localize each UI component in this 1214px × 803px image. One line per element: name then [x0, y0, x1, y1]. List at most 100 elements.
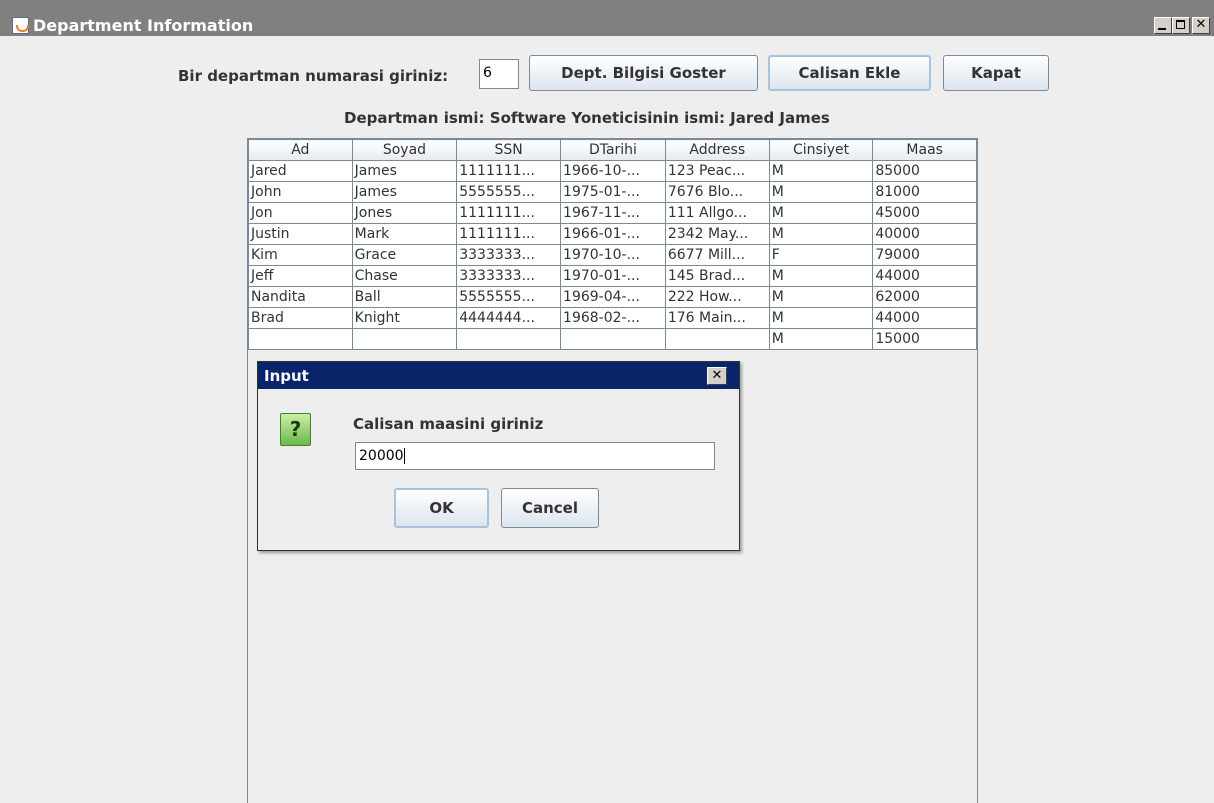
cell-dtarihi[interactable]: 1969-04-...: [560, 286, 666, 308]
cell-soyad[interactable]: Knight: [351, 307, 458, 329]
cell-cinsiyet[interactable]: F: [768, 244, 874, 266]
employee-table[interactable]: Ad Soyad SSN DTarihi Address Cinsiyet Ma…: [248, 139, 977, 350]
cell-ssn[interactable]: 4444444...: [456, 307, 562, 329]
cell-address[interactable]: 145 Brad...: [664, 265, 770, 287]
cell-soyad[interactable]: Jones: [351, 202, 458, 224]
dialog-close-button[interactable]: ✕: [707, 367, 727, 385]
ok-button[interactable]: OK: [394, 488, 489, 528]
cell-ad[interactable]: [248, 328, 353, 350]
cell-dtarihi[interactable]: 1966-10-...: [560, 160, 666, 182]
cell-ad[interactable]: Jared: [248, 160, 353, 182]
cell-soyad[interactable]: Chase: [351, 265, 458, 287]
cell-dtarihi[interactable]: 1967-11-...: [560, 202, 666, 224]
column-header-ad[interactable]: Ad: [248, 139, 353, 161]
column-header-soyad[interactable]: Soyad: [351, 139, 458, 161]
cell-ssn[interactable]: 1111111...: [456, 223, 562, 245]
cell-address[interactable]: 111 Allgo...: [664, 202, 770, 224]
cell-cinsiyet[interactable]: M: [768, 286, 874, 308]
cell-address[interactable]: 222 How...: [664, 286, 770, 308]
cell-ssn[interactable]: 5555555...: [456, 286, 562, 308]
cell-dtarihi[interactable]: 1966-01-...: [560, 223, 666, 245]
cell-maas[interactable]: 44000: [872, 307, 977, 329]
cell-cinsiyet[interactable]: M: [768, 265, 874, 287]
maximize-button[interactable]: [1172, 17, 1190, 34]
cell-soyad[interactable]: James: [351, 181, 458, 203]
window-title: Department Information: [33, 16, 254, 35]
minimize-button[interactable]: [1154, 17, 1172, 34]
column-header-cinsiyet[interactable]: Cinsiyet: [768, 139, 874, 161]
cell-address[interactable]: 2342 May...: [664, 223, 770, 245]
title-bar[interactable]: Department Information ✕: [0, 0, 1214, 36]
cell-maas[interactable]: 45000: [872, 202, 977, 224]
cell-soyad[interactable]: [351, 328, 458, 350]
cell-ssn[interactable]: 3333333...: [456, 265, 562, 287]
cell-address[interactable]: [664, 328, 770, 350]
cell-address[interactable]: 6677 Mill...: [664, 244, 770, 266]
cell-ad[interactable]: Brad: [248, 307, 353, 329]
cell-dtarihi[interactable]: 1970-01-...: [560, 265, 666, 287]
table-row[interactable]: Nandita Ball 5555555... 1969-04-... 222 How.…: [248, 286, 977, 308]
dept-number-label: Bir departman numarasi giriniz:: [178, 67, 449, 85]
cell-ssn[interactable]: [456, 328, 562, 350]
cell-maas[interactable]: 79000: [872, 244, 977, 266]
cell-cinsiyet[interactable]: M: [768, 307, 874, 329]
close-window-button[interactable]: ✕: [1192, 17, 1210, 34]
cell-dtarihi[interactable]: [560, 328, 666, 350]
salary-input[interactable]: 20000: [355, 442, 715, 470]
cell-soyad[interactable]: James: [351, 160, 458, 182]
table-row[interactable]: Justin Mark 1111111... 1966-01-... 2342 May.…: [248, 223, 977, 245]
cell-cinsiyet[interactable]: M: [768, 160, 874, 182]
cell-cinsiyet[interactable]: M: [768, 181, 874, 203]
cell-ssn[interactable]: 3333333...: [456, 244, 562, 266]
table-row[interactable]: M 15000: [248, 328, 977, 350]
table-row[interactable]: Jeff Chase 3333333... 1970-01-... 145 Brad..…: [248, 265, 977, 287]
column-header-dtarihi[interactable]: DTarihi: [560, 139, 666, 161]
input-dialog[interactable]: Input ✕ ? Calisan maasini giriniz 20000 …: [257, 361, 740, 551]
cell-cinsiyet[interactable]: M: [768, 202, 874, 224]
cell-ssn[interactable]: 1111111...: [456, 160, 562, 182]
table-row[interactable]: Brad Knight 4444444... 1968-02-... 176 Main.…: [248, 307, 977, 329]
cell-soyad[interactable]: Ball: [351, 286, 458, 308]
cell-ssn[interactable]: 1111111...: [456, 202, 562, 224]
cell-soyad[interactable]: Grace: [351, 244, 458, 266]
cell-address[interactable]: 123 Peac...: [664, 160, 770, 182]
cell-maas[interactable]: 81000: [872, 181, 977, 203]
add-employee-button[interactable]: Calisan Ekle: [768, 55, 931, 91]
column-header-address[interactable]: Address: [664, 139, 770, 161]
cell-ssn[interactable]: 5555555...: [456, 181, 562, 203]
cell-ad[interactable]: Kim: [248, 244, 353, 266]
cell-ad[interactable]: Nandita: [248, 286, 353, 308]
cell-maas[interactable]: 62000: [872, 286, 977, 308]
dept-info-label: Departman ismi: Software Yoneticisinin i…: [344, 109, 830, 127]
cell-cinsiyet[interactable]: M: [768, 328, 874, 350]
cell-maas[interactable]: 15000: [872, 328, 977, 350]
cell-maas[interactable]: 44000: [872, 265, 977, 287]
cell-soyad[interactable]: Mark: [351, 223, 458, 245]
cell-dtarihi[interactable]: 1968-02-...: [560, 307, 666, 329]
dept-number-input[interactable]: 6: [479, 59, 519, 89]
table-row[interactable]: Jon Jones 1111111... 1967-11-... 111 Allgo..…: [248, 202, 977, 224]
cell-dtarihi[interactable]: 1975-01-...: [560, 181, 666, 203]
cell-maas[interactable]: 40000: [872, 223, 977, 245]
close-button[interactable]: Kapat: [943, 55, 1049, 91]
cell-ad[interactable]: Justin: [248, 223, 353, 245]
column-header-maas[interactable]: Maas: [872, 139, 977, 161]
dialog-message: Calisan maasini giriniz: [353, 415, 544, 433]
table-row[interactable]: John James 5555555... 1975-01-... 7676 Blo..…: [248, 181, 977, 203]
cell-address[interactable]: 7676 Blo...: [664, 181, 770, 203]
column-header-ssn[interactable]: SSN: [456, 139, 562, 161]
dialog-title-bar[interactable]: Input ✕: [258, 362, 739, 389]
cell-maas[interactable]: 85000: [872, 160, 977, 182]
salary-input-value: 20000: [359, 448, 404, 464]
cell-address[interactable]: 176 Main...: [664, 307, 770, 329]
question-icon: ?: [280, 413, 311, 446]
cell-cinsiyet[interactable]: M: [768, 223, 874, 245]
table-row[interactable]: Jared James 1111111... 1966-10-... 123 Peac.…: [248, 160, 977, 182]
cell-ad[interactable]: John: [248, 181, 353, 203]
table-row[interactable]: Kim Grace 3333333... 1970-10-... 6677 Mill..…: [248, 244, 977, 266]
cell-dtarihi[interactable]: 1970-10-...: [560, 244, 666, 266]
cell-ad[interactable]: Jeff: [248, 265, 353, 287]
cancel-button[interactable]: Cancel: [501, 488, 599, 528]
cell-ad[interactable]: Jon: [248, 202, 353, 224]
show-dept-info-button[interactable]: Dept. Bilgisi Goster: [529, 55, 758, 91]
